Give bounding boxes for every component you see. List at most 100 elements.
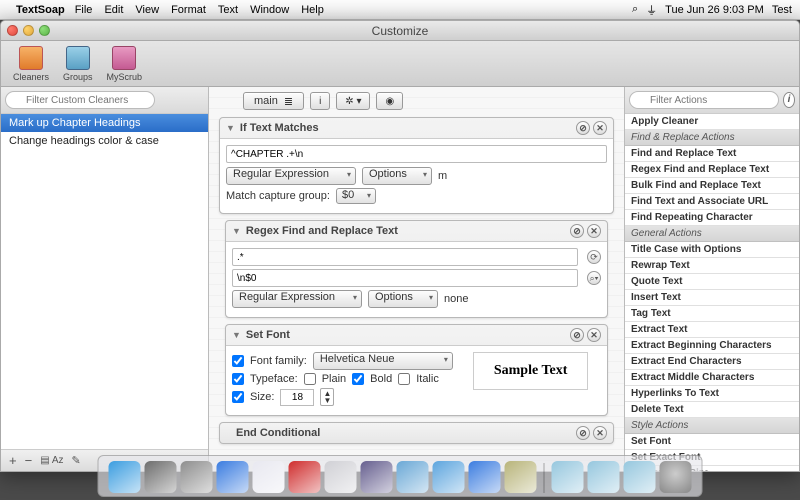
app-menu[interactable]: TextSoap [16, 4, 65, 16]
action-item[interactable]: Insert Text [625, 290, 799, 306]
disclosure-icon[interactable]: ▼ [232, 226, 241, 236]
action-item[interactable]: Regex Find and Replace Text [625, 162, 799, 178]
block-disable-button[interactable]: ⊘ [570, 224, 584, 238]
dock-app-icon[interactable] [253, 461, 285, 493]
dock-app-icon[interactable] [505, 461, 537, 493]
font-family-checkbox[interactable] [232, 355, 244, 367]
sort-button[interactable]: ▤ Az [40, 455, 63, 466]
italic-checkbox[interactable] [398, 373, 410, 385]
cleaner-item[interactable]: Mark up Chapter Headings [1, 114, 208, 132]
spotlight-icon[interactable]: ⌕ [632, 3, 638, 16]
disclosure-icon[interactable]: ▼ [232, 330, 241, 340]
dock-app-icon[interactable] [361, 461, 393, 493]
action-item[interactable]: Rewrap Text [625, 258, 799, 274]
menu-format[interactable]: Format [171, 4, 206, 16]
disclosure-icon[interactable]: ▼ [226, 123, 235, 133]
dock-app-icon[interactable] [433, 461, 465, 493]
block-disable-button[interactable]: ⊘ [570, 328, 584, 342]
regex-mode-select[interactable]: Regular Expression [232, 290, 362, 308]
remove-cleaner-button[interactable]: − [25, 453, 33, 468]
wifi-icon[interactable]: ⏚ [646, 2, 657, 18]
zoom-button[interactable] [39, 25, 50, 36]
action-item[interactable]: Hyperlinks To Text [625, 386, 799, 402]
action-item[interactable]: Extract Text [625, 322, 799, 338]
block-disable-button[interactable]: ⊘ [576, 426, 590, 440]
block-disable-button[interactable]: ⊘ [576, 121, 590, 135]
close-button[interactable] [7, 25, 18, 36]
match-pattern-input[interactable] [226, 145, 607, 163]
trash-icon[interactable] [660, 461, 692, 493]
match-mode-select[interactable]: Regular Expression [226, 167, 356, 185]
dock-app-icon[interactable] [289, 461, 321, 493]
titlebar[interactable]: Customize [1, 21, 799, 41]
menu-text[interactable]: Text [218, 4, 238, 16]
action-item[interactable]: Bulk Find and Replace Text [625, 178, 799, 194]
action-item[interactable]: Find and Replace Text [625, 146, 799, 162]
edit-button[interactable]: ✎ [72, 454, 81, 467]
dock-app-icon[interactable] [469, 461, 501, 493]
find-input[interactable] [232, 248, 578, 266]
dock-app-icon[interactable] [181, 461, 213, 493]
dock-app-icon[interactable] [145, 461, 177, 493]
minimize-button[interactable] [23, 25, 34, 36]
dock-app-icon[interactable] [624, 461, 656, 493]
toolbar-groups[interactable]: Groups [57, 44, 99, 84]
dock-app-icon[interactable] [325, 461, 357, 493]
info-button[interactable]: i [310, 92, 330, 110]
action-item[interactable]: Apply Cleaner [625, 114, 799, 130]
action-item[interactable]: Extract Middle Characters [625, 370, 799, 386]
font-family-select[interactable]: Helvetica Neue [313, 352, 453, 370]
block-delete-button[interactable]: ✕ [587, 224, 601, 238]
user-menu[interactable]: Test [772, 4, 792, 16]
filter-actions-input[interactable] [629, 91, 779, 109]
cleaner-item[interactable]: Change headings color & case [1, 132, 208, 150]
action-item[interactable]: Extract End Characters [625, 354, 799, 370]
block-delete-button[interactable]: ✕ [587, 328, 601, 342]
size-stepper[interactable]: ▲▼ [320, 388, 334, 406]
size-input[interactable] [280, 389, 314, 406]
bold-checkbox[interactable] [352, 373, 364, 385]
block-delete-button[interactable]: ✕ [593, 426, 607, 440]
toolbar-myscrub[interactable]: MyScrub [101, 44, 149, 84]
preview-button[interactable]: ◉ [376, 92, 403, 110]
menu-help[interactable]: Help [301, 4, 324, 16]
menu-edit[interactable]: Edit [104, 4, 123, 16]
action-item[interactable]: Find Repeating Character [625, 210, 799, 226]
action-item[interactable]: Set Font [625, 434, 799, 450]
match-options-select[interactable]: Options [362, 167, 432, 185]
block-set-font[interactable]: ▼ Set Font ⊘ ✕ Font family: Helvetica Ne… [225, 324, 608, 416]
action-item[interactable]: Delete Text [625, 402, 799, 418]
dock-app-icon[interactable] [552, 461, 584, 493]
block-regex-replace[interactable]: ▼ Regex Find and Replace Text ⊘ ✕ ⟳ [225, 220, 608, 318]
settings-button[interactable]: ✲ ▾ [336, 92, 370, 110]
menu-file[interactable]: File [75, 4, 93, 16]
action-item[interactable]: Quote Text [625, 274, 799, 290]
action-item[interactable]: Title Case with Options [625, 242, 799, 258]
main-scope-button[interactable]: main≣ [243, 92, 304, 110]
add-cleaner-button[interactable]: + [9, 453, 17, 468]
dock-app-icon[interactable] [217, 461, 249, 493]
typeface-checkbox[interactable] [232, 373, 244, 385]
dock-app-icon[interactable] [397, 461, 429, 493]
capture-group-select[interactable]: $0 [336, 188, 376, 204]
find-history-button[interactable]: ⟳ [587, 250, 601, 264]
menu-view[interactable]: View [135, 4, 159, 16]
regex-options-select[interactable]: Options [368, 290, 438, 308]
replace-helper-button[interactable]: ⌕▾ [587, 271, 601, 285]
dock-app-icon[interactable] [588, 461, 620, 493]
block-if-text-matches[interactable]: ▼ If Text Matches ⊘ ✕ Regular Expression… [219, 117, 614, 214]
action-item[interactable]: Tag Text [625, 306, 799, 322]
block-delete-button[interactable]: ✕ [593, 121, 607, 135]
dock-app-icon[interactable] [109, 461, 141, 493]
size-checkbox[interactable] [232, 391, 244, 403]
plain-checkbox[interactable] [304, 373, 316, 385]
filter-cleaners-input[interactable] [5, 91, 155, 109]
block-end-conditional[interactable]: End Conditional ⊘ ✕ [219, 422, 614, 444]
menu-window[interactable]: Window [250, 4, 289, 16]
replace-input[interactable] [232, 269, 578, 287]
action-item[interactable]: Find Text and Associate URL [625, 194, 799, 210]
action-item[interactable]: Extract Beginning Characters [625, 338, 799, 354]
toolbar-cleaners[interactable]: Cleaners [7, 44, 55, 84]
actions-info-button[interactable]: i [783, 92, 795, 108]
menubar: TextSoap File Edit View Format Text Window Hel… [0, 0, 800, 20]
